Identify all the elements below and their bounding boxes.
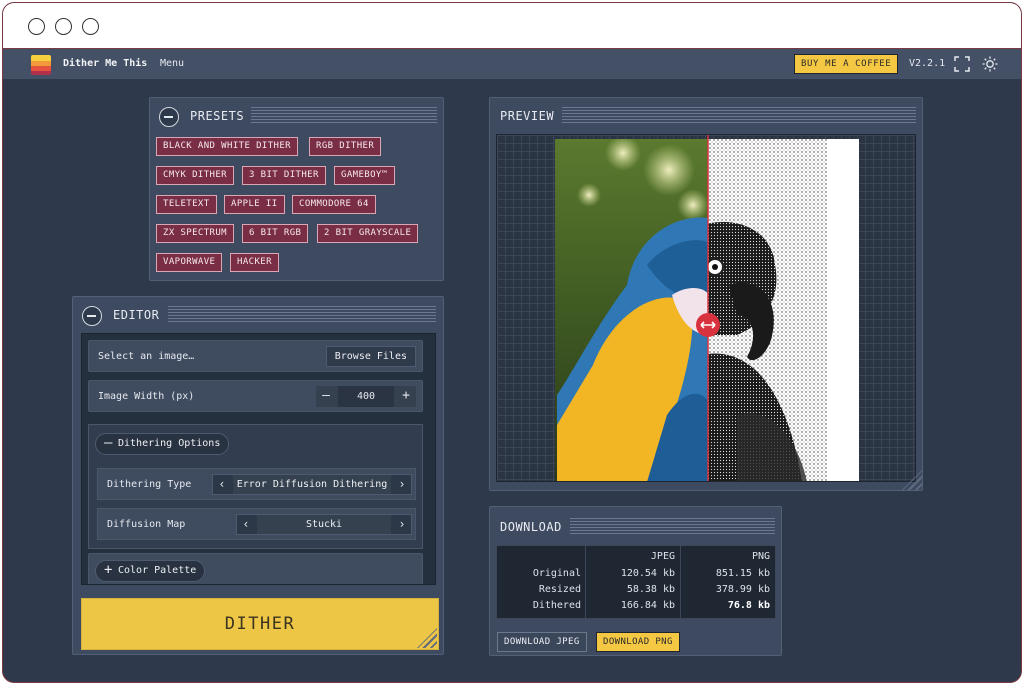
color-palette-label: Color Palette bbox=[118, 565, 197, 576]
preset-3-bit-dither[interactable]: 3 BIT DITHER bbox=[242, 166, 326, 185]
select-image-label: Select an image… bbox=[98, 351, 195, 362]
preset-6-bit-rgb[interactable]: 6 BIT RGB bbox=[242, 224, 309, 243]
diffusion-map-row: Diffusion Map ‹ Stucki › bbox=[97, 508, 416, 540]
dithering-options-section: — Dithering Options Dithering Type ‹ Err… bbox=[88, 424, 423, 549]
chevron-right-icon[interactable]: › bbox=[393, 515, 411, 534]
table-header-png: PNG bbox=[751, 551, 770, 562]
presets-panel: PRESETS BLACK AND WHITE DITHER RGB DITHE… bbox=[149, 97, 444, 281]
table-header-jpeg: JPEG bbox=[650, 551, 675, 562]
buy-coffee-button[interactable]: BUY ME A COFFEE bbox=[794, 54, 899, 74]
preset-zx-spectrum[interactable]: ZX SPECTRUM bbox=[156, 224, 235, 243]
image-width-row: Image Width (px) — 400 + bbox=[88, 380, 423, 412]
app-title: Dither Me This bbox=[63, 58, 148, 69]
dithering-type-value: Error Diffusion Dithering bbox=[233, 475, 391, 494]
parrot-comparison-image[interactable] bbox=[497, 135, 916, 482]
editor-collapse-button[interactable] bbox=[82, 306, 102, 326]
download-header: DOWNLOAD bbox=[490, 507, 781, 541]
preset-gameboy[interactable]: GAMEBOY™ bbox=[334, 166, 395, 185]
window-dot-2[interactable] bbox=[55, 18, 72, 35]
editor-header: EDITOR bbox=[73, 297, 443, 331]
select-image-row: Select an image… Browse Files bbox=[88, 340, 423, 372]
preset-commodore-64[interactable]: COMMODORE 64 bbox=[292, 195, 376, 214]
width-decrement-button[interactable]: — bbox=[316, 386, 336, 407]
preview-header-stripes bbox=[562, 107, 916, 124]
download-png-button[interactable]: DOWNLOAD PNG bbox=[596, 632, 680, 652]
diffusion-map-label: Diffusion Map bbox=[107, 519, 186, 530]
collapse-minus-icon: — bbox=[104, 435, 113, 451]
dithered-image-half bbox=[708, 139, 859, 481]
preview-header: PREVIEW bbox=[490, 98, 922, 132]
download-panel: DOWNLOAD JPEG PNG Original 120.54 kb 851… bbox=[489, 506, 782, 656]
dithering-type-select[interactable]: ‹ Error Diffusion Dithering › bbox=[212, 474, 412, 495]
presets-header: PRESETS bbox=[150, 98, 443, 132]
dithering-type-row: Dithering Type ‹ Error Diffusion Ditheri… bbox=[97, 468, 416, 500]
color-palette-row: + Color Palette bbox=[88, 553, 423, 584]
download-header-stripes bbox=[570, 518, 775, 535]
preset-2-bit-grayscale[interactable]: 2 BIT GRAYSCALE bbox=[317, 224, 419, 243]
dithered-jpeg-size: 166.84 kb bbox=[620, 600, 675, 611]
preview-canvas bbox=[496, 134, 916, 482]
editor-header-stripes bbox=[168, 306, 436, 323]
table-divider bbox=[585, 546, 586, 618]
preset-rgb-dither[interactable]: RGB DITHER bbox=[309, 137, 382, 156]
preview-title: PREVIEW bbox=[500, 109, 555, 123]
row-label-resized: Resized bbox=[538, 584, 581, 595]
preset-black-and-white-dither[interactable]: BLACK AND WHITE DITHER bbox=[156, 137, 299, 156]
fullscreen-icon[interactable] bbox=[954, 56, 970, 72]
editor-body: Select an image… Browse Files Image Widt… bbox=[81, 333, 436, 585]
table-divider bbox=[680, 546, 681, 618]
sun-icon[interactable] bbox=[982, 56, 998, 72]
dithering-type-label: Dithering Type bbox=[107, 479, 192, 490]
dither-button[interactable]: DITHER bbox=[81, 598, 439, 650]
chevron-left-icon[interactable]: ‹ bbox=[237, 515, 255, 534]
window-dot-1[interactable] bbox=[28, 18, 45, 35]
chevron-right-icon[interactable]: › bbox=[393, 475, 411, 494]
editor-title: EDITOR bbox=[113, 308, 160, 322]
browse-files-button[interactable]: Browse Files bbox=[325, 346, 416, 367]
menu-link[interactable]: Menu bbox=[160, 58, 184, 69]
width-increment-button[interactable]: + bbox=[396, 386, 416, 407]
preset-vaporwave[interactable]: VAPORWAVE bbox=[156, 253, 223, 272]
chevron-left-icon[interactable]: ‹ bbox=[213, 475, 231, 494]
original-jpeg-size: 120.54 kb bbox=[620, 568, 675, 579]
app-bar: Dither Me This Menu BUY ME A COFFEE V2.2… bbox=[3, 49, 1021, 79]
dithering-options-label: Dithering Options bbox=[118, 438, 221, 449]
dithering-options-toggle[interactable]: — Dithering Options bbox=[95, 433, 230, 455]
image-width-stepper: — 400 + bbox=[316, 386, 416, 407]
diffusion-map-value: Stucki bbox=[257, 515, 391, 534]
version-label: V2.2.1 bbox=[909, 58, 946, 69]
image-width-input[interactable]: 400 bbox=[338, 386, 394, 407]
preset-hacker[interactable]: HACKER bbox=[230, 253, 279, 272]
preset-cmyk-dither[interactable]: CMYK DITHER bbox=[156, 166, 235, 185]
app-logo bbox=[31, 55, 51, 75]
resized-jpeg-size: 58.38 kb bbox=[626, 584, 675, 595]
original-png-size: 851.15 kb bbox=[715, 568, 770, 579]
browser-window: Dither Me This Menu BUY ME A COFFEE V2.2… bbox=[2, 2, 1022, 683]
color-palette-toggle[interactable]: + Color Palette bbox=[95, 560, 206, 582]
window-dot-3[interactable] bbox=[82, 18, 99, 35]
download-jpeg-button[interactable]: DOWNLOAD JPEG bbox=[497, 632, 587, 652]
row-label-original: Original bbox=[532, 568, 581, 579]
preset-apple-ii[interactable]: APPLE II bbox=[224, 195, 285, 214]
original-image-half bbox=[555, 139, 708, 481]
download-title: DOWNLOAD bbox=[500, 520, 562, 534]
image-width-label: Image Width (px) bbox=[98, 391, 195, 402]
row-label-dithered: Dithered bbox=[532, 600, 581, 611]
file-size-table: JPEG PNG Original 120.54 kb 851.15 kb Re… bbox=[496, 545, 776, 619]
expand-plus-icon: + bbox=[104, 562, 113, 578]
dithered-png-size: 76.8 kb bbox=[727, 600, 770, 611]
presets-title: PRESETS bbox=[190, 109, 245, 123]
window-chrome bbox=[3, 3, 1021, 49]
preview-panel: PREVIEW bbox=[489, 97, 923, 491]
presets-header-stripes bbox=[251, 107, 437, 124]
presets-collapse-button[interactable] bbox=[159, 107, 179, 127]
preset-teletext[interactable]: TELETEXT bbox=[156, 195, 217, 214]
diffusion-map-select[interactable]: ‹ Stucki › bbox=[236, 514, 412, 535]
resized-png-size: 378.99 kb bbox=[715, 584, 770, 595]
